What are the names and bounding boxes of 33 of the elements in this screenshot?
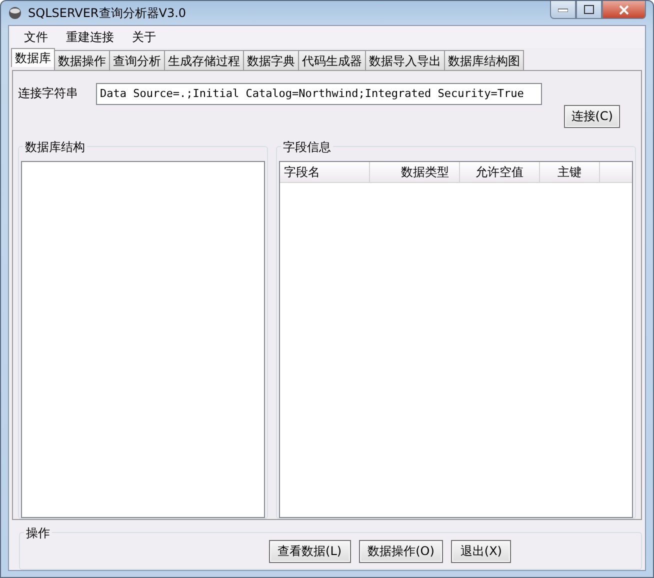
column-header[interactable]: 数据类型	[370, 162, 460, 182]
tab[interactable]: 生成存储过程	[164, 50, 244, 70]
group-title: 操作	[24, 525, 52, 542]
menu-item[interactable]: 关于	[123, 26, 165, 48]
tab[interactable]: 查询分析	[109, 50, 165, 70]
maximize-button[interactable]	[576, 1, 602, 19]
database-icon	[8, 6, 22, 20]
action-button[interactable]: 查看数据(L)	[268, 540, 351, 562]
connect-button[interactable]: 连接(C)	[564, 105, 620, 128]
column-header[interactable]: 允许空值	[460, 162, 540, 182]
close-icon	[619, 4, 629, 14]
group-title: 数据库结构	[23, 139, 87, 156]
window-title: SQLSERVER查询分析器V3.0	[28, 4, 188, 22]
tab[interactable]: 数据操作	[54, 50, 110, 70]
tab[interactable]: 代码生成器	[298, 50, 366, 70]
group-title: 字段信息	[281, 139, 333, 156]
minimize-button[interactable]	[550, 1, 576, 19]
maximize-icon	[584, 5, 594, 14]
connection-label: 连接字符串	[18, 85, 78, 102]
menu-item[interactable]: 文件	[15, 26, 57, 48]
minimize-icon	[558, 8, 568, 12]
column-header[interactable]: 主键	[540, 162, 600, 182]
tab[interactable]: 数据库	[11, 48, 55, 67]
menu-item[interactable]: 重建连接	[57, 26, 123, 48]
tab[interactable]: 数据导入导出	[365, 50, 445, 70]
action-button[interactable]: 数据操作(O)	[358, 540, 444, 562]
tab[interactable]: 数据库结构图	[444, 50, 524, 70]
connection-string-field[interactable]: Data Source=.;Initial Catalog=Northwind;Integrated Security=True	[96, 83, 542, 105]
close-button[interactable]	[602, 1, 646, 19]
action-button[interactable]: 退出(X)	[451, 540, 511, 562]
field-grid[interactable]: 字段名 数据类型 允许空值 主键	[279, 161, 633, 518]
tab[interactable]: 数据字典	[243, 50, 299, 70]
column-header[interactable]: 字段名	[280, 162, 370, 182]
